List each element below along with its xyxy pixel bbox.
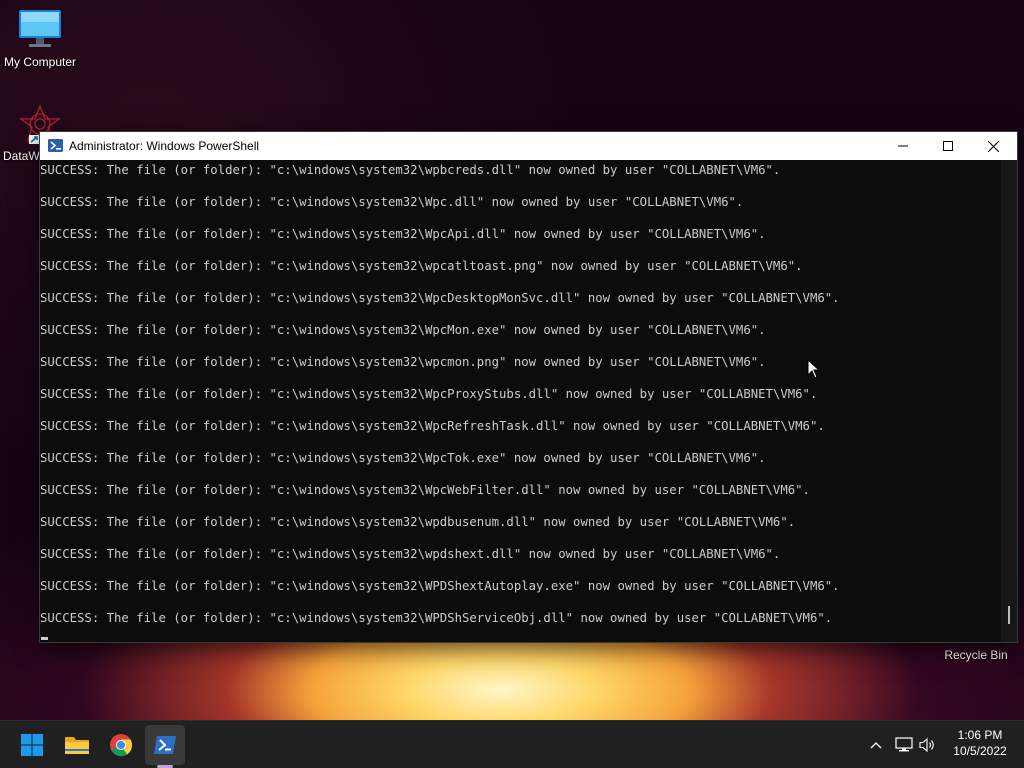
maximize-button[interactable] [925,132,971,160]
clock-date: 10/5/2022 [953,744,1007,758]
close-button[interactable] [970,132,1016,160]
clock-time: 1:06 PM [957,728,1003,742]
minimize-icon [898,145,908,147]
chevron-up-icon [870,742,882,749]
terminal-line: SUCCESS: The file (or folder): "c:\windo… [40,195,744,209]
taskbar-chrome[interactable] [101,725,141,765]
terminal-output[interactable]: SUCCESS: The file (or folder): "c:\windo… [40,160,1000,642]
volume-button[interactable] [918,735,938,755]
monitor-icon [19,10,61,47]
show-hidden-icons-button[interactable] [866,735,886,755]
network-icon [895,737,913,752]
network-button[interactable] [894,735,914,755]
vertical-scrollbar[interactable] [1001,160,1017,642]
terminal-line: SUCCESS: The file (or folder): "c:\windo… [40,227,766,241]
desktop-icon-label: My Computer [3,55,77,69]
terminal-line: SUCCESS: The file (or folder): "c:\windo… [40,259,803,273]
folder-icon [65,737,89,754]
terminal-line: SUCCESS: The file (or folder): "c:\windo… [40,163,781,177]
taskbar-powershell[interactable] [145,725,185,765]
window-title: Administrator: Windows PowerShell [69,139,260,153]
desktop-icon-recycle-bin[interactable]: Recycle Bin [935,646,1017,662]
maximize-icon [943,141,953,151]
powershell-icon [154,736,176,754]
terminal-line: SUCCESS: The file (or folder): "c:\windo… [40,547,781,561]
taskbar: 1:06 PM 10/5/2022 [0,720,1024,768]
mouse-pointer-icon [807,359,820,379]
taskbar-file-explorer[interactable] [57,725,97,765]
powershell-icon [48,139,63,152]
windows-logo-icon [21,734,43,756]
desktop-icon-label: Recycle Bin [944,648,1008,662]
scrollbar-thumb[interactable] [1008,606,1010,624]
chrome-icon [110,734,133,757]
terminal-line: SUCCESS: The file (or folder): "c:\windo… [40,483,810,497]
terminal-line: SUCCESS: The file (or folder): "c:\windo… [40,323,766,337]
powershell-window: Administrator: Windows PowerShell SUCCES… [39,131,1018,643]
taskbar-clock[interactable]: 1:06 PM 10/5/2022 [944,727,1016,763]
terminal-line: SUCCESS: The file (or folder): "c:\windo… [40,611,833,625]
terminal-line: SUCCESS: The file (or folder): "c:\windo… [40,515,796,529]
desktop: My Computer DataW Recycle Bin Administra… [0,0,1024,768]
window-titlebar[interactable]: Administrator: Windows PowerShell [40,132,1017,160]
desktop-icon-my-computer[interactable]: My Computer [0,8,80,69]
terminal-line: SUCCESS: The file (or folder): "c:\windo… [40,419,825,433]
terminal-line: SUCCESS: The file (or folder): "c:\windo… [40,387,818,401]
terminal-line: SUCCESS: The file (or folder): "c:\windo… [40,451,766,465]
terminal-line: SUCCESS: The file (or folder): "c:\windo… [40,579,840,593]
close-icon [987,140,999,152]
terminal-line: SUCCESS: The file (or folder): "c:\windo… [40,355,766,369]
start-button[interactable] [12,725,52,765]
speaker-icon [919,737,934,753]
minimize-button[interactable] [880,132,926,160]
terminal-line: SUCCESS: The file (or folder): "c:\windo… [40,291,840,305]
terminal-cursor [41,637,48,640]
